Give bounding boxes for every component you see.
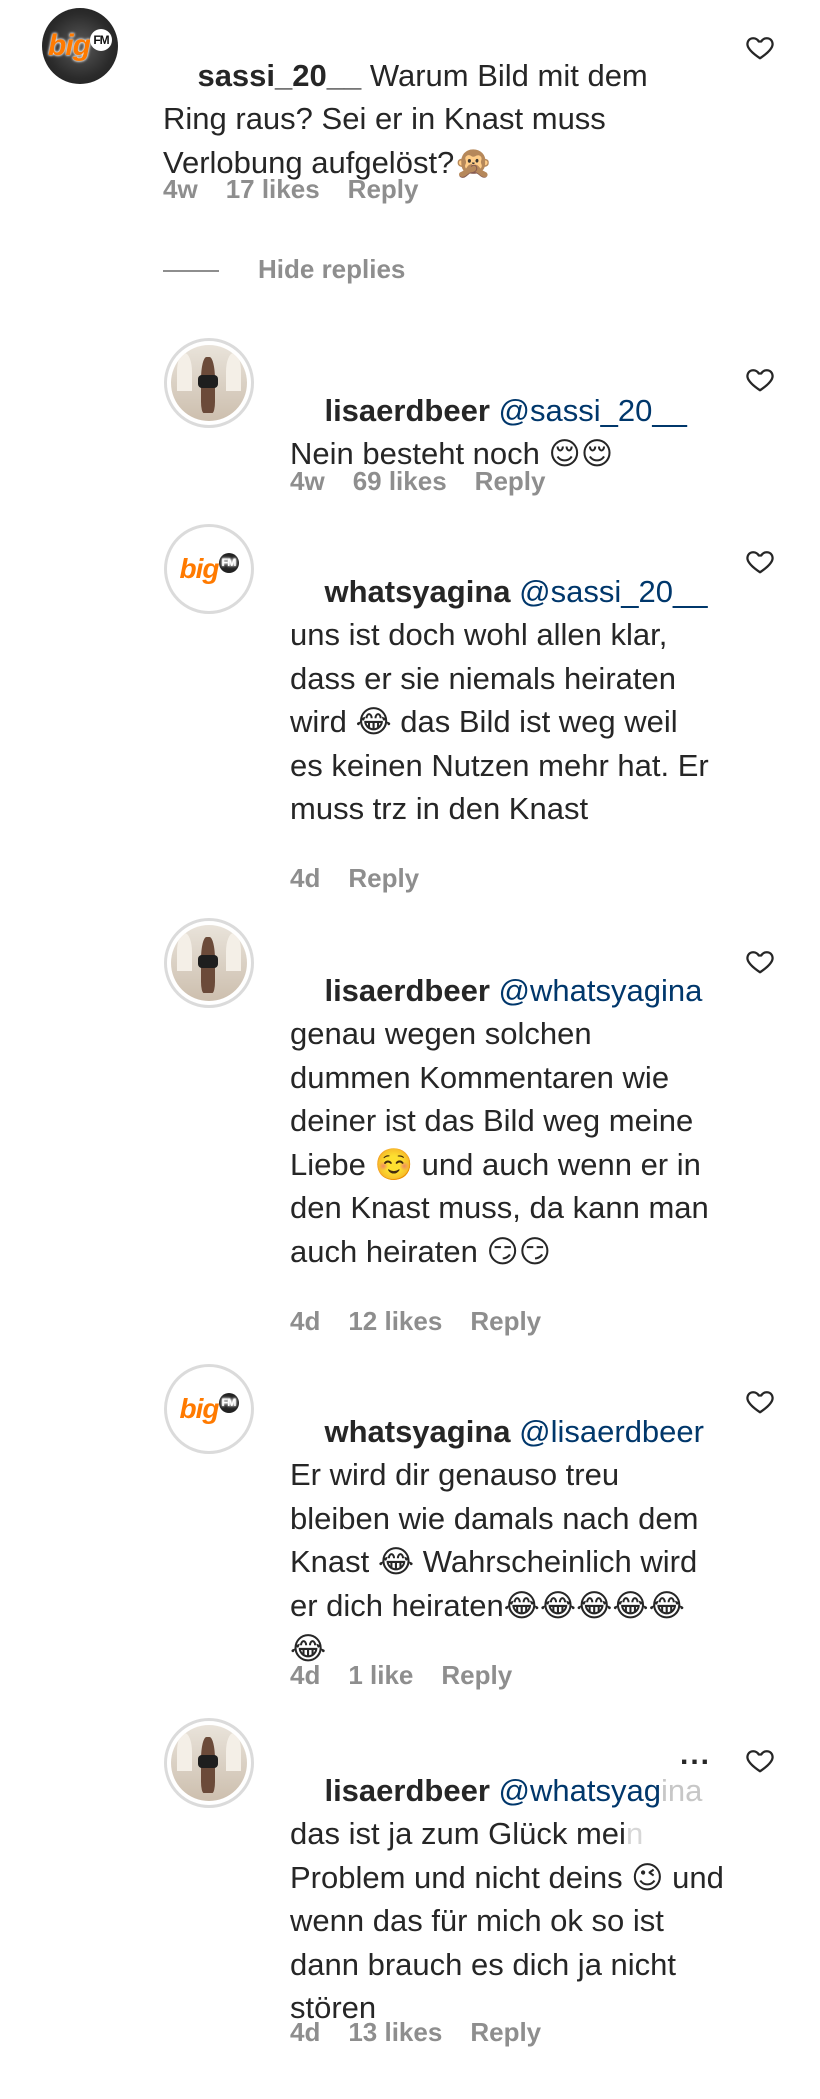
hide-replies-button[interactable]: Hide replies — [258, 254, 405, 285]
comment-body: das ist ja zum Glück mei — [290, 1816, 626, 1851]
comment-meta: 4d 12 likes Reply — [290, 1306, 569, 1337]
comment-body-faded: n — [625, 1816, 644, 1851]
like-heart-icon[interactable] — [745, 1745, 775, 1775]
avatar[interactable]: big FM — [164, 1364, 254, 1454]
comment-meta: 4w 17 likes Reply — [163, 174, 446, 205]
likes-count[interactable]: 1 like — [348, 1660, 413, 1690]
photo-arch — [225, 352, 241, 391]
username[interactable]: lisaerdbeer — [324, 973, 489, 1008]
username[interactable]: whatsyagina — [324, 1414, 510, 1449]
reply-button[interactable]: Reply — [470, 2017, 541, 2047]
avatar[interactable] — [164, 338, 254, 428]
comment-meta: 4d 13 likes Reply — [290, 2017, 569, 2048]
like-heart-icon[interactable] — [745, 546, 775, 576]
likes-count[interactable]: 69 likes — [353, 466, 447, 496]
photo-arch — [177, 932, 193, 971]
photo-figure-detail — [198, 955, 219, 968]
mention-link[interactable]: @lisaerdbeer — [519, 1414, 704, 1449]
photo-arch — [225, 1732, 241, 1771]
like-heart-icon[interactable] — [745, 364, 775, 394]
likes-count[interactable]: 17 likes — [226, 174, 320, 204]
timestamp[interactable]: 4d — [290, 863, 320, 893]
hide-replies-divider — [163, 270, 219, 272]
mention-link[interactable]: @sassi_20__ — [499, 393, 687, 428]
avatar[interactable]: big FM — [42, 8, 118, 84]
comment-body: Er wird dir genauso treu bleiben wie dam… — [290, 1457, 708, 1666]
mention-link[interactable]: @sassi_20__ — [519, 574, 707, 609]
comment-body: genau wegen solchen dummen Kommentaren w… — [290, 1016, 718, 1269]
bigfm-logo: big FM — [170, 1393, 248, 1425]
comment-meta: 4w 69 likes Reply — [290, 466, 573, 497]
comment-text: whatsyagina @sassi_20__ uns ist doch woh… — [290, 526, 710, 874]
timestamp[interactable]: 4w — [163, 174, 198, 204]
avatar[interactable] — [164, 1718, 254, 1808]
avatar[interactable]: big FM — [164, 524, 254, 614]
comment-meta: 4d Reply — [290, 863, 447, 894]
comment-text: lisaerdbeer @whatsyagina genau wegen sol… — [290, 925, 720, 1317]
photo-arch — [177, 352, 193, 391]
reply-button[interactable]: Reply — [348, 174, 419, 204]
bigfm-logo: big FM — [42, 29, 118, 63]
more-button[interactable]: ... — [680, 1738, 711, 1772]
avatar-photo — [171, 925, 247, 1001]
avatar[interactable] — [164, 918, 254, 1008]
bigfm-logo: big FM — [170, 553, 248, 585]
timestamp[interactable]: 4d — [290, 1660, 320, 1690]
timestamp[interactable]: 4w — [290, 466, 325, 496]
timestamp[interactable]: 4d — [290, 2017, 320, 2047]
comment-body-rest: Problem und nicht deins 😉 und wenn das f… — [290, 1859, 733, 2026]
avatar-photo: big FM — [170, 1370, 248, 1448]
username[interactable]: lisaerdbeer — [324, 393, 489, 428]
photo-figure-detail — [198, 375, 219, 388]
reply-button[interactable]: Reply — [470, 1306, 541, 1336]
mention-link[interactable]: @whatsyagina — [499, 973, 703, 1008]
like-heart-icon[interactable] — [745, 32, 775, 62]
like-heart-icon[interactable] — [745, 946, 775, 976]
avatar-photo — [171, 345, 247, 421]
mention-link[interactable]: @whatsyag — [499, 1773, 661, 1808]
avatar-photo: big FM — [170, 530, 248, 608]
username[interactable]: lisaerdbeer — [324, 1773, 489, 1808]
photo-arch — [177, 1732, 193, 1771]
photo-figure-detail — [198, 1755, 219, 1768]
username[interactable]: whatsyagina — [324, 574, 510, 609]
likes-count[interactable]: 12 likes — [348, 1306, 442, 1336]
comment-meta: 4d 1 like Reply — [290, 1660, 540, 1691]
reply-button[interactable]: Reply — [348, 863, 419, 893]
reply-button[interactable]: Reply — [475, 466, 546, 496]
likes-count[interactable]: 13 likes — [348, 2017, 442, 2047]
mention-faded: ina — [660, 1772, 703, 1808]
photo-arch — [225, 932, 241, 971]
avatar-photo — [171, 1725, 247, 1801]
timestamp[interactable]: 4d — [290, 1306, 320, 1336]
reply-button[interactable]: Reply — [441, 1660, 512, 1690]
username[interactable]: sassi_20__ — [197, 58, 361, 93]
like-heart-icon[interactable] — [745, 1386, 775, 1416]
comment-body: uns ist doch wohl allen klar, dass er si… — [290, 617, 718, 826]
